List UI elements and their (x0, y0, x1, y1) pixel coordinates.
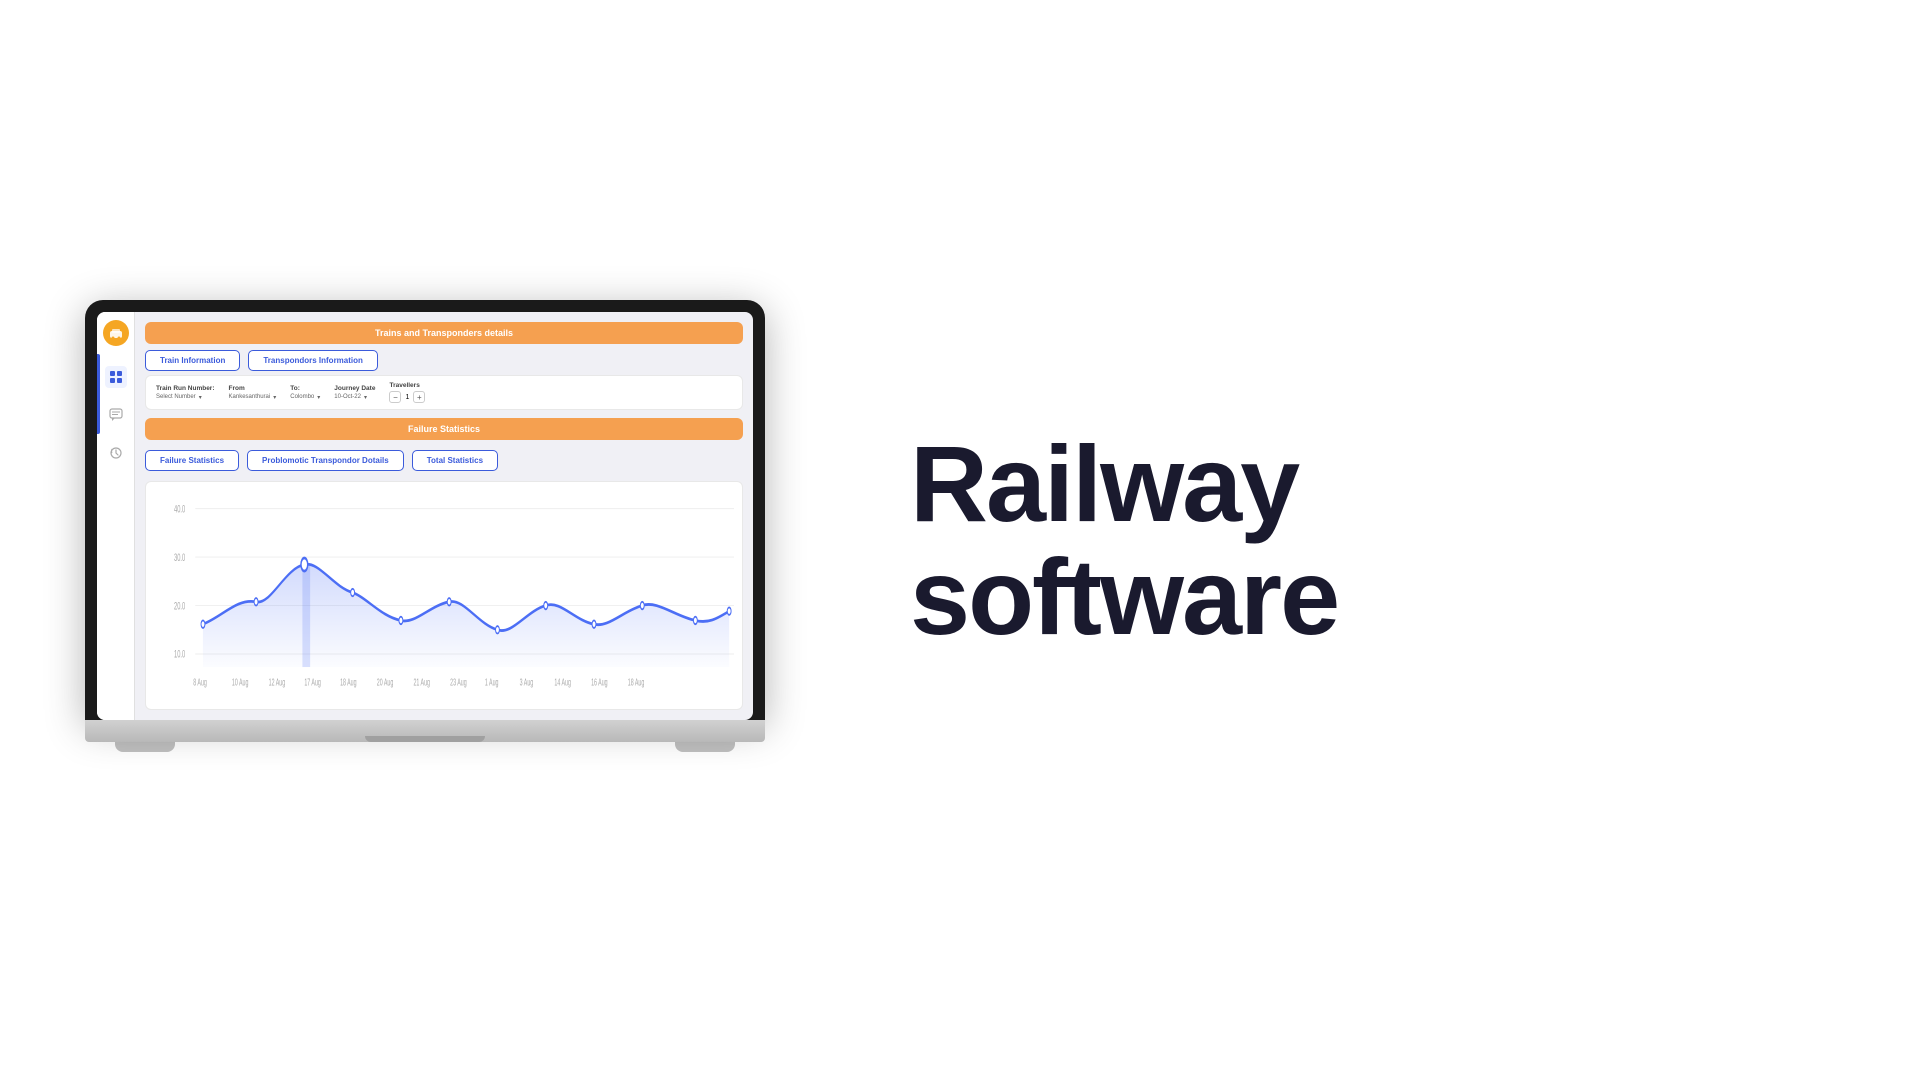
laptop-base (85, 720, 765, 742)
brand-line2: software (910, 540, 1338, 653)
failure-tab-row: Failure Statistics Problomotic Transpond… (145, 450, 743, 471)
train-run-filter: Train Run Number: Select Number ▾ (156, 385, 215, 401)
travellers-value: 1 (405, 394, 409, 401)
svg-text:30.0: 30.0 (174, 551, 185, 564)
chat-icon[interactable] (105, 404, 127, 426)
from-select[interactable]: Kankesanthurai ▾ (229, 394, 277, 401)
laptop-notch (395, 300, 455, 310)
train-run-select[interactable]: Select Number ▾ (156, 394, 215, 401)
svg-text:20.0: 20.0 (174, 599, 185, 612)
chevron-down-icon: ▾ (317, 394, 320, 401)
svg-text:1 Aug: 1 Aug (485, 677, 499, 688)
to-label: To: (290, 385, 320, 392)
to-filter: To: Colombo ▾ (290, 385, 320, 401)
transpondors-information-tab[interactable]: Transpondors Information (248, 350, 378, 371)
main-content: Trains and Transponders details Train In… (135, 312, 753, 720)
svg-text:3 Aug: 3 Aug (520, 677, 534, 688)
filter-row: Train Run Number: Select Number ▾ From (145, 375, 743, 410)
failure-header: Failure Statistics (145, 418, 743, 440)
svg-text:16 Aug: 16 Aug (591, 677, 608, 688)
laptop-foot-right (675, 742, 735, 752)
chevron-down-icon: ▾ (364, 394, 367, 401)
trains-section: Trains and Transponders details Train In… (145, 322, 743, 410)
svg-text:8 Aug: 8 Aug (193, 677, 207, 688)
sidebar-logo (103, 320, 129, 346)
svg-text:12 Aug: 12 Aug (269, 677, 286, 688)
chevron-down-icon: ▾ (273, 394, 276, 401)
svg-text:18 Aug: 18 Aug (340, 677, 357, 688)
train-run-label: Train Run Number: (156, 385, 215, 392)
laptop-feet (85, 742, 765, 760)
problomotic-tab[interactable]: Problomotic Transpondor Dotails (247, 450, 404, 471)
svg-text:23 Aug: 23 Aug (450, 677, 467, 688)
svg-text:14 Aug: 14 Aug (554, 677, 571, 688)
failure-chart: 40.0 30.0 20.0 10.0 (174, 490, 734, 695)
travellers-label: Travellers (389, 382, 425, 389)
travellers-filter: Travellers − 1 + (389, 382, 425, 403)
app-ui: Trains and Transponders details Train In… (97, 312, 753, 720)
travellers-increment[interactable]: + (413, 391, 425, 403)
svg-text:20 Aug: 20 Aug (377, 677, 394, 688)
journey-date-filter: Journey Date 10-Oct-22 ▾ (334, 385, 375, 401)
to-select[interactable]: Colombo ▾ (290, 394, 320, 401)
dashboard-icon[interactable] (105, 366, 127, 388)
laptop-foot-left (115, 742, 175, 752)
svg-text:18 Aug: 18 Aug (628, 677, 645, 688)
trains-header: Trains and Transponders details (145, 322, 743, 344)
train-information-tab[interactable]: Train Information (145, 350, 240, 371)
total-statistics-tab[interactable]: Total Statistics (412, 450, 498, 471)
laptop-screen-inner: Trains and Transponders details Train In… (97, 312, 753, 720)
laptop-section: Trains and Transponders details Train In… (0, 0, 850, 1080)
failure-section: Failure Statistics Failure Statistics Pr… (145, 418, 743, 710)
brand-line1: Railway (910, 423, 1298, 544)
sidebar (97, 312, 135, 720)
travellers-decrement[interactable]: − (389, 391, 401, 403)
chart-area: 40.0 30.0 20.0 10.0 (145, 481, 743, 710)
svg-text:10 Aug: 10 Aug (232, 677, 249, 688)
brand-text: Railway software (910, 427, 1338, 654)
chevron-down-icon: ▾ (199, 394, 202, 401)
laptop-screen: Trains and Transponders details Train In… (85, 300, 765, 720)
svg-text:21 Aug: 21 Aug (413, 677, 430, 688)
history-icon[interactable] (105, 442, 127, 464)
from-label: From (229, 385, 277, 392)
laptop-wrapper: Trains and Transponders details Train In… (85, 300, 765, 780)
trains-tab-row: Train Information Transpondors Informati… (145, 350, 743, 371)
svg-text:40.0: 40.0 (174, 502, 185, 515)
journey-date-select[interactable]: 10-Oct-22 ▾ (334, 394, 375, 401)
svg-text:17 Aug: 17 Aug (304, 677, 321, 688)
svg-text:10.0: 10.0 (174, 648, 185, 661)
from-filter: From Kankesanthurai ▾ (229, 385, 277, 401)
journey-date-label: Journey Date (334, 385, 375, 392)
travellers-control: − 1 + (389, 391, 425, 403)
right-section: Railway software (850, 0, 1920, 1080)
failure-statistics-tab[interactable]: Failure Statistics (145, 450, 239, 471)
